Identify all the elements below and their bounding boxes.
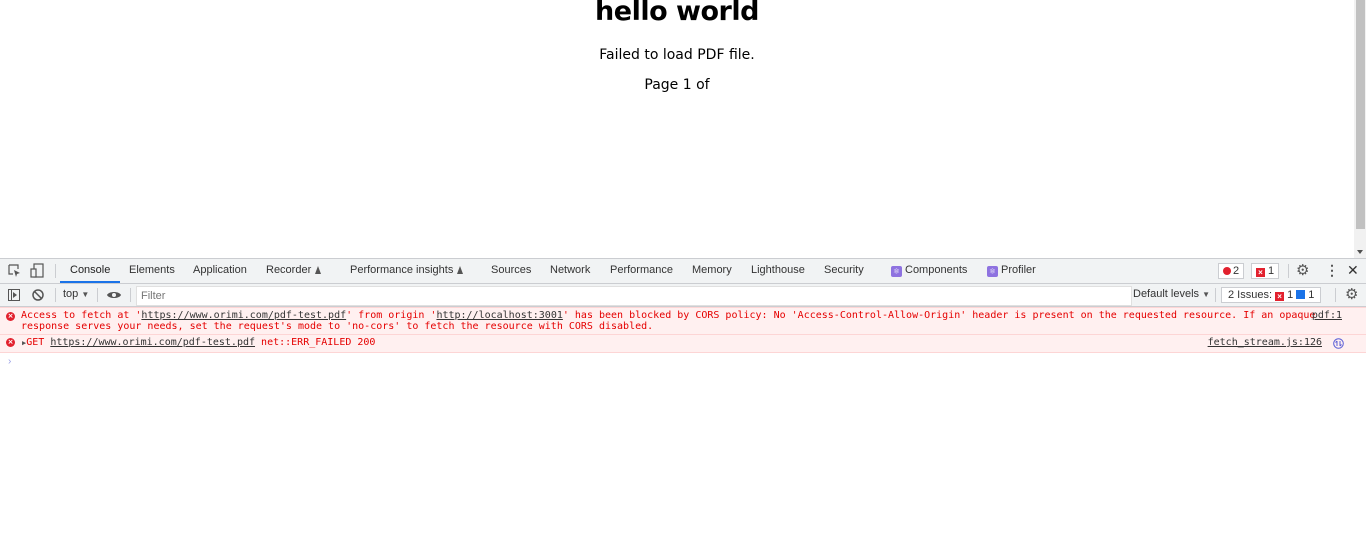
issues-error-count: 1	[1287, 289, 1294, 301]
tab-profiler[interactable]: ⚛ Profiler	[987, 259, 1036, 283]
divider	[1335, 288, 1336, 302]
page-viewport: hello world Failed to load PDF file. Pag…	[0, 0, 1354, 258]
page-indicator: Page 1 of	[644, 77, 710, 93]
divider	[55, 288, 56, 302]
issue-count: 1	[1268, 265, 1275, 277]
clear-console-icon[interactable]	[32, 289, 44, 301]
tab-console[interactable]: Console	[60, 259, 121, 283]
issues-button[interactable]: 2 Issues: × 1 1	[1221, 287, 1322, 303]
log-levels-dropdown[interactable]: Default levels ▼	[1133, 284, 1210, 305]
issues-label: 2 Issues:	[1228, 289, 1273, 301]
inspect-element-icon[interactable]	[8, 264, 21, 277]
request-url-link[interactable]: https://www.orimi.com/pdf-test.pdf	[50, 337, 255, 348]
close-devtools-icon[interactable]: ✕	[1347, 262, 1359, 279]
divider	[1215, 288, 1216, 302]
tab-application[interactable]: Application	[193, 259, 247, 283]
console-settings-gear-icon[interactable]: ⚙	[1345, 285, 1358, 304]
issue-info-icon	[1296, 290, 1306, 299]
tab-performance-insights-label: Performance insights	[350, 264, 454, 276]
devtools-tabbar: Console Elements Application Recorder Pe…	[0, 259, 1366, 284]
dropdown-arrow-icon: ▼	[81, 290, 90, 299]
console-message-error: × ▶GET https://www.orimi.com/pdf-test.pd…	[0, 335, 1366, 353]
tab-recorder-label: Recorder	[266, 264, 312, 276]
network-request-icon[interactable]	[1333, 338, 1344, 349]
more-options-icon[interactable]: ⋮	[1325, 262, 1339, 279]
dropdown-arrow-icon: ▼	[1202, 290, 1211, 299]
issues-info-count: 1	[1308, 289, 1315, 301]
experiment-flask-icon	[315, 266, 322, 274]
pdf-error-message: Failed to load PDF file.	[599, 47, 755, 63]
scrollbar-thumb[interactable]	[1356, 0, 1365, 229]
devtools-panel: Console Elements Application Recorder Pe…	[0, 258, 1366, 540]
react-icon: ⚛	[987, 266, 998, 277]
experiment-flask-icon	[457, 266, 464, 274]
tab-recorder[interactable]: Recorder	[266, 259, 322, 283]
issue-error-icon: ×	[1275, 292, 1285, 301]
error-icon	[1223, 267, 1231, 275]
console-filter-input[interactable]	[136, 286, 1132, 306]
tab-components[interactable]: ⚛ Components	[891, 259, 967, 283]
error-count-badge[interactable]: 2	[1218, 263, 1245, 279]
divider	[55, 264, 56, 278]
divider	[130, 288, 131, 302]
message-text: ▶GET https://www.orimi.com/pdf-test.pdf …	[22, 337, 375, 349]
console-message-error: × Access to fetch at 'https://www.orimi.…	[0, 307, 1366, 335]
tab-lighthouse[interactable]: Lighthouse	[751, 259, 805, 283]
text: ' has been blocked by CORS policy: No 'A…	[562, 310, 1316, 321]
origin-url-link[interactable]: http://localhost:3001	[436, 310, 562, 321]
react-icon: ⚛	[891, 266, 902, 277]
context-label: top	[63, 288, 79, 300]
text: Access to fetch at '	[21, 310, 142, 321]
context-selector[interactable]: top ▼	[63, 284, 89, 305]
divider	[1288, 264, 1289, 278]
divider	[97, 288, 98, 302]
message-text: Access to fetch at 'https://www.orimi.co…	[21, 310, 1315, 332]
tab-network[interactable]: Network	[550, 259, 590, 283]
text: ' from origin '	[346, 310, 437, 321]
request-status: net::ERR_FAILED 200	[261, 337, 376, 348]
console-prompt[interactable]: ›	[8, 356, 11, 367]
tab-memory[interactable]: Memory	[692, 259, 732, 283]
message-source-link[interactable]: pdf:1	[1312, 310, 1342, 321]
tab-security[interactable]: Security	[824, 259, 864, 283]
text: response serves your needs, set the requ…	[21, 321, 654, 332]
error-icon: ×	[6, 312, 15, 321]
http-method: GET	[26, 337, 45, 348]
page-heading: hello world	[595, 0, 759, 27]
tab-sources[interactable]: Sources	[491, 259, 531, 283]
log-levels-label: Default levels	[1133, 288, 1200, 300]
tab-components-label: Components	[905, 264, 968, 276]
live-expression-eye-icon[interactable]	[107, 290, 121, 300]
tab-performance-insights[interactable]: Performance insights	[350, 259, 464, 283]
device-toolbar-icon[interactable]	[30, 263, 44, 278]
page-scrollbar[interactable]	[1354, 0, 1366, 258]
error-icon: ×	[6, 338, 15, 347]
sidebar-toggle-icon[interactable]	[8, 289, 20, 301]
console-toolbar: top ▼ Default levels ▼ 2 Issues: ×1 1 ⚙	[0, 284, 1366, 307]
settings-gear-icon[interactable]: ⚙	[1296, 262, 1309, 279]
issue-count-badge[interactable]: × 1	[1251, 263, 1280, 279]
fetch-url-link[interactable]: https://www.orimi.com/pdf-test.pdf	[141, 310, 346, 321]
tab-profiler-label: Profiler	[1001, 264, 1036, 276]
error-count: 2	[1233, 265, 1240, 277]
message-source-link[interactable]: fetch_stream.js:126	[1208, 337, 1322, 348]
tab-elements[interactable]: Elements	[129, 259, 175, 283]
issue-error-icon: ×	[1256, 268, 1265, 277]
tab-performance[interactable]: Performance	[610, 259, 673, 283]
scroll-down-arrow-icon[interactable]	[1357, 250, 1363, 254]
